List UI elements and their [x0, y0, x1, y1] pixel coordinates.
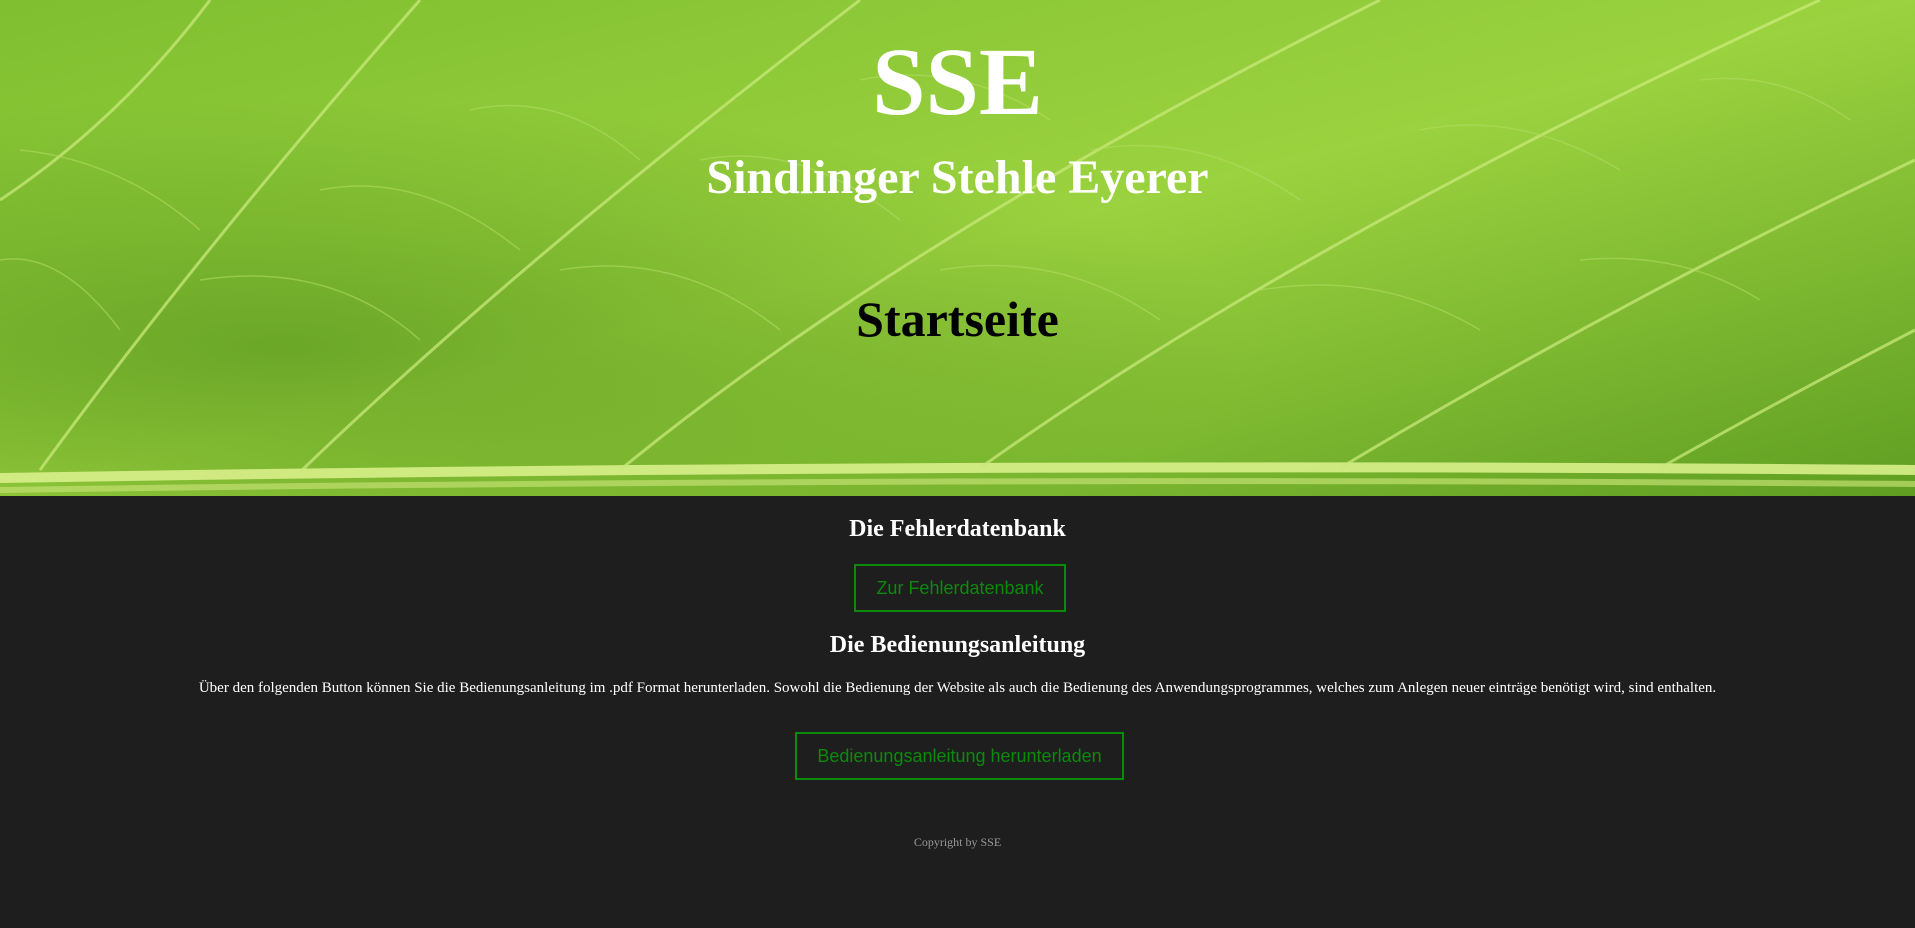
download-manual-button[interactable]: Bedienungsanleitung herunterladen: [795, 732, 1124, 780]
footer-copyright: Copyright by SSE: [913, 835, 1002, 849]
database-section-heading: Die Fehlerdatenbank: [849, 516, 1066, 542]
brand-subtitle: Sindlinger Stehle Eyerer: [706, 151, 1209, 204]
brand-logo-text: SSE: [872, 28, 1043, 135]
page-title: Startseite: [856, 291, 1059, 347]
goto-database-button[interactable]: Zur Fehlerdatenbank: [854, 564, 1066, 612]
manual-description: Über den folgenden Button können Sie die…: [198, 680, 1717, 696]
page: SSE Sindlinger Stehle Eyerer Startseite …: [0, 0, 1915, 928]
manual-section-heading: Die Bedienungsanleitung: [829, 632, 1086, 658]
hero-banner: SSE Sindlinger Stehle Eyerer Startseite: [0, 0, 1915, 496]
